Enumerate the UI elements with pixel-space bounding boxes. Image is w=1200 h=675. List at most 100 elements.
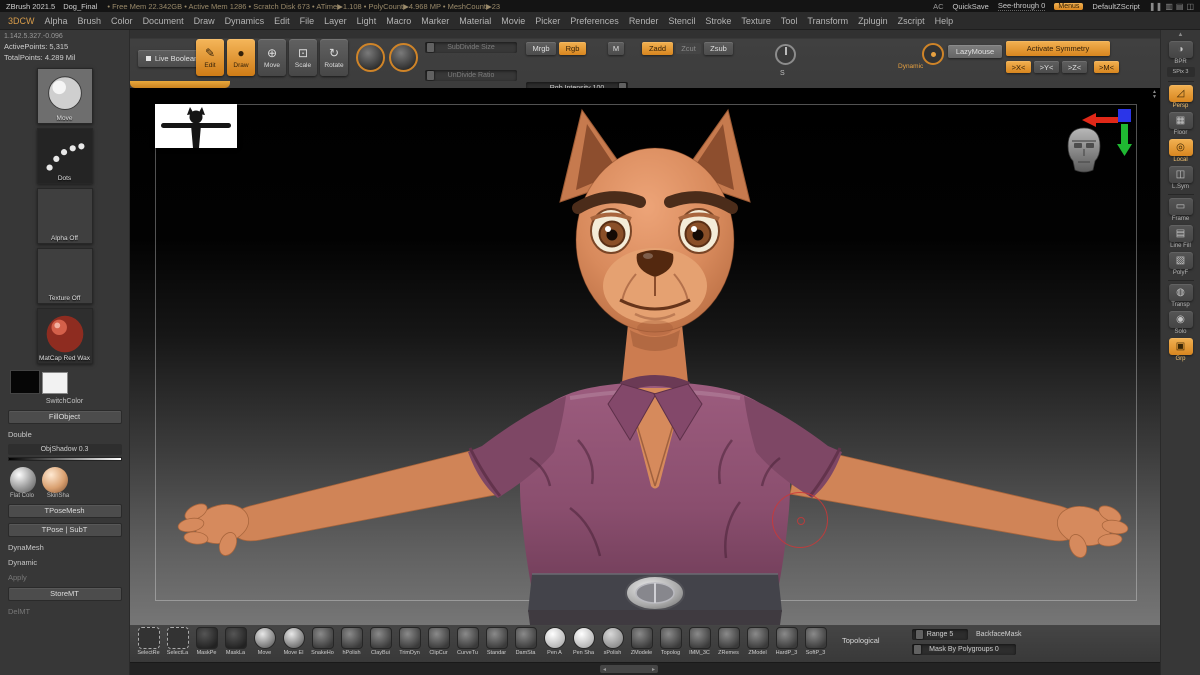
menu-item[interactable]: Draw: [189, 14, 220, 28]
current-brush-preview[interactable]: [356, 43, 385, 72]
layout-icon-1[interactable]: ❚❚: [1149, 2, 1162, 11]
tpose-subt-button[interactable]: TPose | SubT: [7, 523, 122, 537]
menu-item[interactable]: Zscript: [893, 14, 930, 28]
right-tray-floor[interactable]: ▦ Floor: [1166, 112, 1196, 136]
texture-selector-thumbnail[interactable]: Texture Off: [36, 248, 93, 304]
zcut-button[interactable]: Zcut: [676, 43, 701, 54]
shelf-divider-tab[interactable]: [130, 81, 230, 88]
main-color-swatch[interactable]: [10, 370, 40, 394]
default-zscript-button[interactable]: DefaultZScript: [1092, 2, 1140, 11]
menu-item[interactable]: Color: [106, 14, 138, 28]
brush-tile[interactable]: MaskLa: [221, 626, 250, 656]
sculpted-character-model[interactable]: [130, 88, 1160, 625]
slider-handle[interactable]: [427, 71, 434, 80]
zadd-button[interactable]: Zadd: [642, 42, 673, 55]
mrgb-button[interactable]: Mrgb: [526, 42, 556, 55]
brush-tile[interactable]: Move: [250, 626, 279, 656]
fill-object-button[interactable]: FillObject: [7, 410, 122, 424]
brush-tile[interactable]: SoftP_3: [801, 626, 830, 656]
brush-tile[interactable]: SelectLa: [163, 626, 192, 656]
brush-tile[interactable]: MaskPe: [192, 626, 221, 656]
layout-icon-4[interactable]: ◫: [1186, 2, 1194, 11]
menu-item[interactable]: Light: [352, 14, 382, 28]
brush-tile[interactable]: Move El: [279, 626, 308, 656]
camera-orientation-gizmo[interactable]: [1060, 108, 1140, 178]
brush-tile[interactable]: ClipCur: [424, 626, 453, 656]
menu-item[interactable]: Help: [930, 14, 959, 28]
subdivide-size-slider[interactable]: SubDivide Size: [425, 42, 517, 53]
menu-item[interactable]: Edit: [269, 14, 295, 28]
lazymouse-button[interactable]: LazyMouse: [948, 45, 1002, 58]
brush-tile[interactable]: ZRemes: [714, 626, 743, 656]
store-mt-button[interactable]: StoreMT: [7, 587, 122, 601]
mask-by-polygroups-slider[interactable]: Mask By Polygroups 0: [912, 644, 1016, 655]
topological-button[interactable]: Topological: [842, 636, 880, 645]
range-slider[interactable]: Range 5: [912, 629, 968, 640]
material-selector-thumbnail[interactable]: MatCap Red Wax: [36, 308, 93, 364]
brush-tile[interactable]: Topolog: [656, 626, 685, 656]
right-tray-polyf[interactable]: ▧ PolyF: [1166, 252, 1196, 276]
menu-item[interactable]: Material: [454, 14, 496, 28]
scroll-right-icon[interactable]: ▸: [652, 666, 655, 673]
menu-item[interactable]: Transform: [802, 14, 853, 28]
menu-item[interactable]: Stencil: [663, 14, 700, 28]
flat-color-sphere[interactable]: [10, 467, 36, 493]
symmetry-y-button[interactable]: >Y<: [1034, 61, 1059, 73]
horizontal-scrollbar[interactable]: ◂ ▸: [600, 665, 658, 673]
secondary-color-swatch[interactable]: [42, 372, 68, 394]
backface-mask-button[interactable]: BackfaceMask: [976, 631, 1022, 638]
slider-handle[interactable]: [427, 43, 434, 52]
menu-item[interactable]: Marker: [416, 14, 454, 28]
brush-tile[interactable]: hPolish: [337, 626, 366, 656]
alpha-selector-thumbnail[interactable]: Alpha Off: [36, 188, 93, 244]
slider-handle[interactable]: [916, 630, 924, 639]
spix-slider[interactable]: SPix 3: [1166, 67, 1195, 77]
brush-tile[interactable]: SnakeHo: [308, 626, 337, 656]
symmetry-x-button[interactable]: >X<: [1006, 61, 1031, 73]
activate-symmetry-button[interactable]: Activate Symmetry: [1006, 41, 1110, 56]
menu-item[interactable]: Texture: [736, 14, 776, 28]
brush-tile[interactable]: Pen Sha: [569, 626, 598, 656]
menu-item[interactable]: Layer: [319, 14, 352, 28]
brush-tile[interactable]: CurveTu: [453, 626, 482, 656]
quicksave-button[interactable]: QuickSave: [953, 2, 989, 11]
menu-item[interactable]: Preferences: [565, 14, 624, 28]
right-tray-grp[interactable]: ▣ Grp: [1166, 338, 1196, 362]
right-tray-frame[interactable]: ▭ Frame: [1166, 198, 1196, 222]
right-tray-persp[interactable]: ◿ Persp: [1166, 85, 1196, 109]
brush-tile[interactable]: TrimDyn: [395, 626, 424, 656]
tpose-mesh-button[interactable]: TPoseMesh: [7, 504, 122, 518]
window-layout-icons[interactable]: ❚❚ ▥ ▤ ◫: [1149, 2, 1194, 11]
menu-item[interactable]: Alpha: [40, 14, 73, 28]
layout-icon-2[interactable]: ▥: [1165, 2, 1173, 11]
menu-item[interactable]: Brush: [73, 14, 107, 28]
color-swatches[interactable]: [10, 370, 129, 396]
skin-shade-sphere[interactable]: [42, 467, 68, 493]
draw-button[interactable]: ● Draw: [227, 39, 255, 76]
menu-item[interactable]: Dynamics: [220, 14, 270, 28]
double-toggle[interactable]: Double: [0, 430, 129, 439]
stroke-selector-thumbnail[interactable]: Dots: [36, 128, 93, 184]
switch-color-button[interactable]: SwitchColor: [0, 398, 129, 405]
menu-item[interactable]: Movie: [496, 14, 530, 28]
dynamesh-section-label[interactable]: DynaMesh: [0, 543, 129, 552]
edit-button[interactable]: ✎ Edit: [196, 39, 224, 76]
menu-item[interactable]: File: [295, 14, 320, 28]
right-tray-local[interactable]: ◎ Local: [1166, 139, 1196, 163]
move-button[interactable]: ⊕ Move: [258, 39, 286, 76]
brush-tile[interactable]: DamSta: [511, 626, 540, 656]
viewport-canvas[interactable]: ▲ ▼: [130, 88, 1160, 625]
menu-item[interactable]: Stroke: [700, 14, 736, 28]
right-tray-solo[interactable]: ◉ Solo: [1166, 311, 1196, 335]
menu-item[interactable]: Render: [624, 14, 664, 28]
menu-item[interactable]: 3DCW: [3, 14, 40, 28]
focal-knob-icon[interactable]: [775, 44, 796, 65]
menus-button[interactable]: Menus: [1054, 2, 1084, 10]
brush-tile[interactable]: ZModele: [627, 626, 656, 656]
see-through-slider[interactable]: See-through 0: [997, 1, 1046, 11]
right-tray-transp[interactable]: ◍ Transp: [1166, 284, 1196, 308]
right-tray-lsym[interactable]: ◫ L.Sym: [1166, 166, 1196, 190]
obj-shadow-slider[interactable]: ObjShadow 0.3: [7, 444, 122, 455]
slider-handle[interactable]: [914, 645, 921, 654]
brush-tile[interactable]: Pen A: [540, 626, 569, 656]
